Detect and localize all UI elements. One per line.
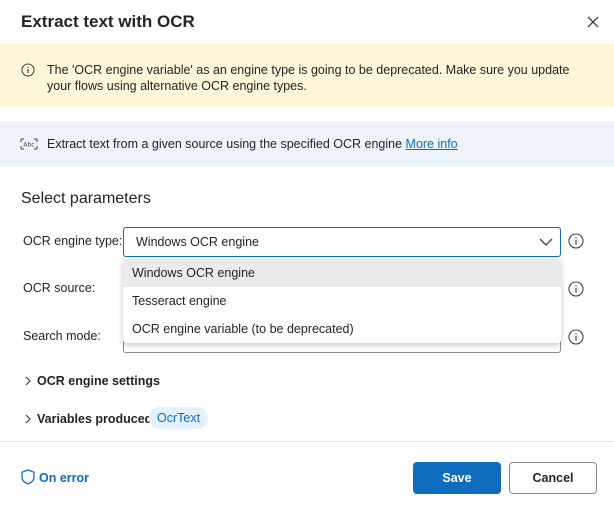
variables-produced-expander[interactable]: Variables produced [23, 412, 152, 426]
chevron-right-icon [25, 414, 31, 424]
ocr-source-label: OCR source: [23, 281, 96, 295]
select-parameters-heading: Select parameters [21, 190, 151, 207]
more-info-link[interactable]: More info [406, 137, 458, 151]
close-icon[interactable] [583, 12, 603, 32]
description-text: Extract text from a given source using t… [47, 137, 403, 151]
action-description-bar: Abc Extract text from a given source usi… [0, 121, 614, 167]
info-icon[interactable] [568, 281, 584, 297]
action-description: Extract text from a given source using t… [47, 137, 458, 151]
save-button[interactable]: Save [413, 462, 501, 494]
ocr-engine-settings-expander[interactable]: OCR engine settings [23, 374, 160, 388]
chevron-up-icon [539, 238, 553, 246]
search-mode-label: Search mode: [23, 329, 101, 343]
ocr-engine-type-label: OCR engine type: [23, 234, 123, 248]
chevron-right-icon [25, 376, 31, 386]
variable-tag-ocrtext[interactable]: OcrText [149, 407, 209, 429]
dropdown-option-engine-variable[interactable]: OCR engine variable (to be deprecated) [123, 315, 561, 343]
info-icon[interactable] [568, 233, 584, 249]
dropdown-option-tesseract[interactable]: Tesseract engine [123, 287, 561, 315]
dropdown-option-windows-ocr[interactable]: Windows OCR engine [123, 259, 561, 287]
on-error-link[interactable]: On error [21, 469, 89, 485]
svg-text:Abc: Abc [23, 142, 34, 149]
info-icon[interactable] [568, 329, 584, 345]
cancel-button[interactable]: Cancel [509, 462, 597, 494]
ocr-text-icon: Abc [20, 138, 38, 150]
deprecation-warning-banner: The 'OCR engine variable' as an engine t… [0, 44, 614, 107]
engine-settings-label: OCR engine settings [37, 374, 160, 388]
on-error-label: On error [39, 471, 90, 485]
variables-produced-label: Variables produced [37, 412, 153, 426]
footer-divider [0, 441, 614, 442]
engine-type-dropdown-list: Windows OCR engine Tesseract engine OCR … [123, 259, 561, 343]
warning-text: The 'OCR engine variable' as an engine t… [47, 63, 570, 93]
dialog-header: Extract text with OCR [0, 0, 614, 44]
ocr-engine-type-value: Windows OCR engine [136, 235, 259, 249]
dialog-title: Extract text with OCR [21, 12, 195, 31]
ocr-engine-type-select[interactable]: Windows OCR engine [123, 227, 561, 257]
shield-icon [21, 469, 35, 485]
info-circle-icon [21, 63, 35, 77]
